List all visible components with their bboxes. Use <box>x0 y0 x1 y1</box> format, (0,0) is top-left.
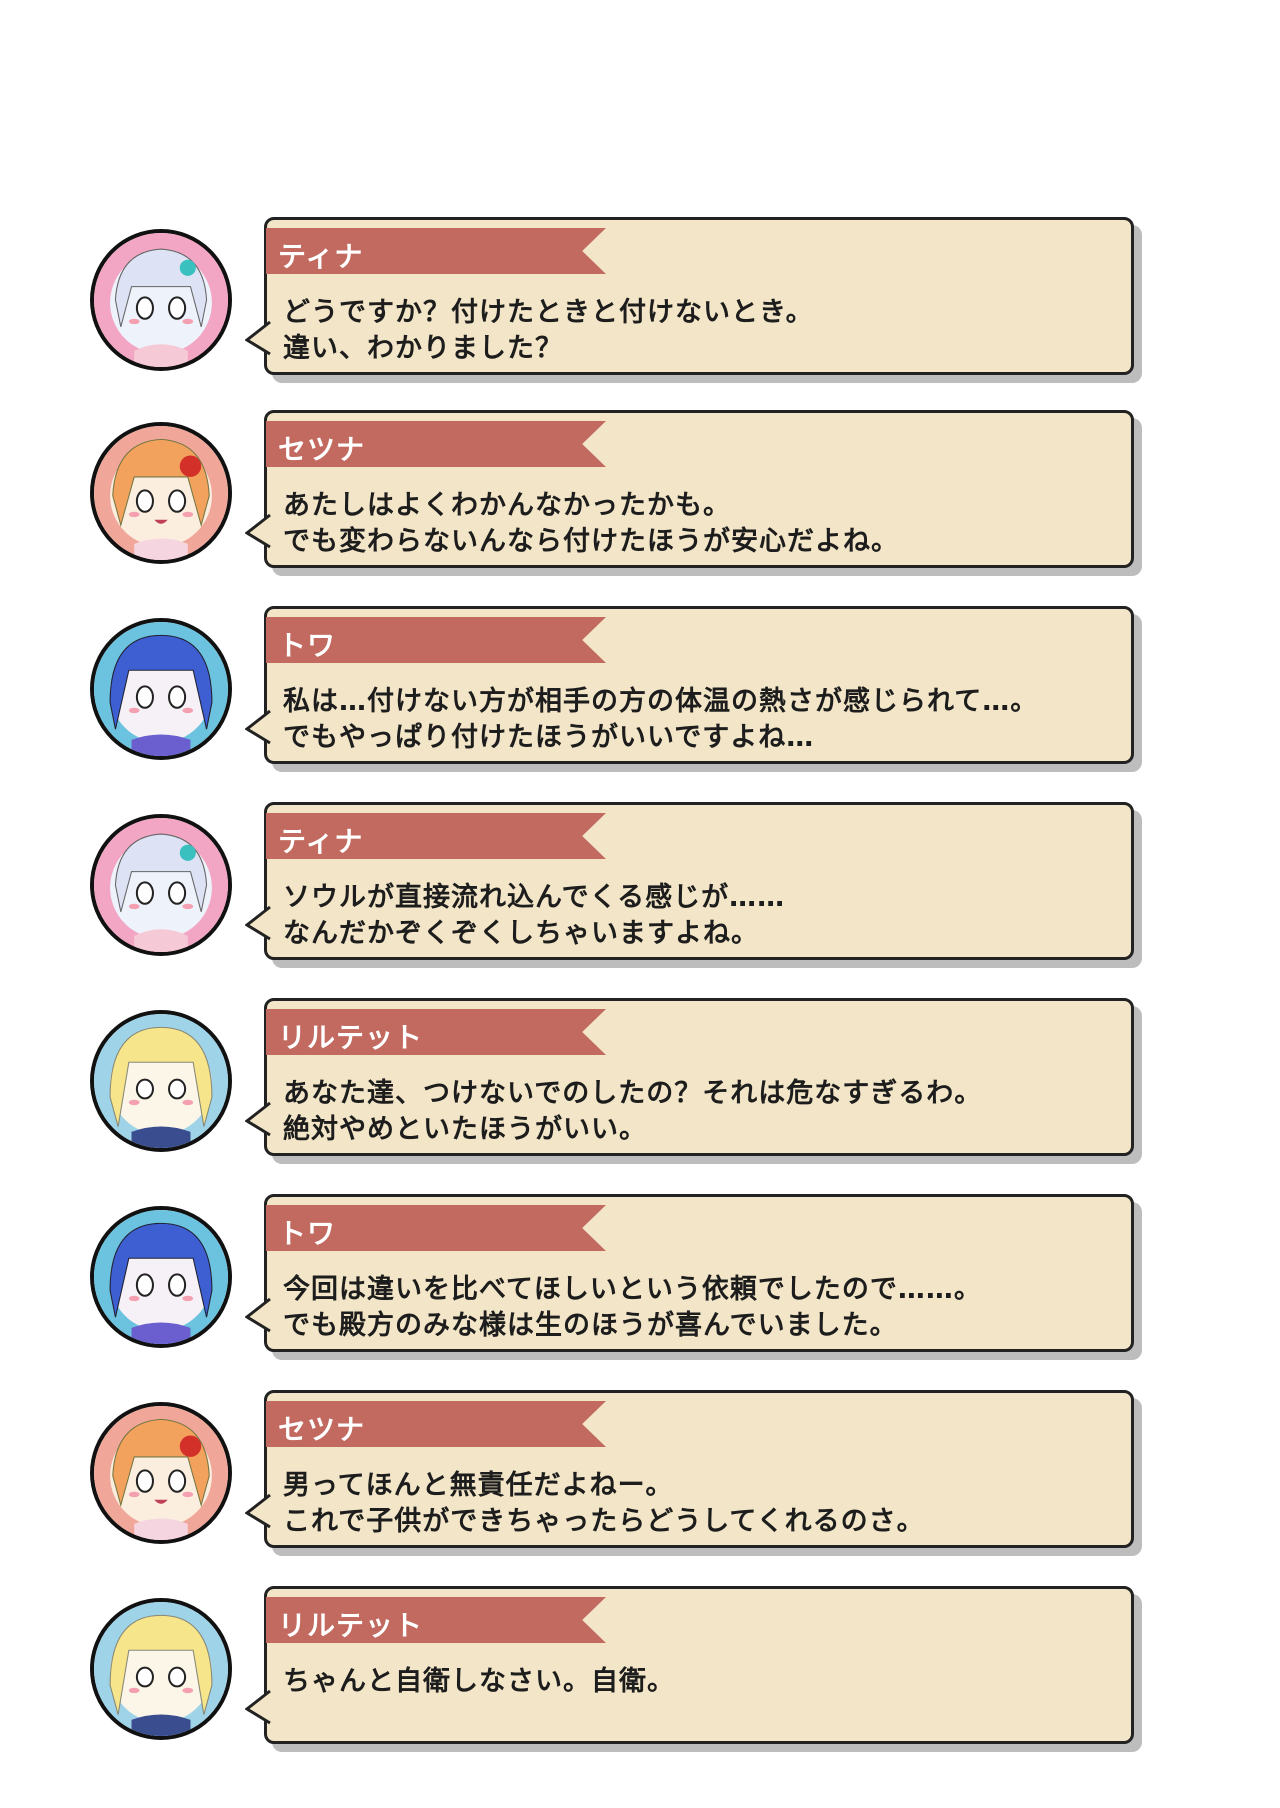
speaker-banner: リルテット <box>266 1009 606 1055</box>
speaker-name: セツナ <box>278 433 366 466</box>
speech-bubble: トワ 私は…付けない方が相手の方の体温の熱さが感じられて…。 でもやっぱり付けた… <box>245 604 1152 774</box>
riltet-portrait <box>90 1010 232 1152</box>
towa-portrait <box>90 618 232 760</box>
bubble-body: セツナ 男ってほんと無責任だよねー。 これで子供ができちゃったらどうしてくれるの… <box>245 1390 1134 1548</box>
dialogue-row: セツナ 男ってほんと無責任だよねー。 これで子供ができちゃったらどうしてくれるの… <box>0 1388 1280 1558</box>
speaker-name: リルテット <box>278 1609 424 1642</box>
bubble-tail <box>245 905 271 941</box>
speaker-name: リルテット <box>278 1021 424 1054</box>
dialogue-row: ティナ ソウルが直接流れ込んでくる感じが…… なんだかぞくぞくしちゃいますよね。 <box>0 800 1280 970</box>
bubble-body: ティナ どうですか？付けたときと付けないとき。 違い、わかりました？ <box>245 217 1134 375</box>
speaker-name: トワ <box>278 629 337 662</box>
dialogue-row: セツナ あたしはよくわかんなかったかも。 でも変わらないんなら付けたほうが安心だ… <box>0 408 1280 578</box>
dialogue-line: 絶対やめといたほうがいい。 <box>283 1114 647 1145</box>
speech-bubble: セツナ あたしはよくわかんなかったかも。 でも変わらないんなら付けたほうが安心だ… <box>245 408 1152 578</box>
speech-bubble: トワ 今回は違いを比べてほしいという依頼でしたので……。 でも殿方のみな様は生の… <box>245 1192 1152 1362</box>
bubble-body: ティナ ソウルが直接流れ込んでくる感じが…… なんだかぞくぞくしちゃいますよね。 <box>245 802 1134 960</box>
bubble-body: セツナ あたしはよくわかんなかったかも。 でも変わらないんなら付けたほうが安心だ… <box>245 410 1134 568</box>
speech-bubble: リルテット あなた達、つけないでのしたの？それは危なすぎるわ。 絶対やめといたほ… <box>245 996 1152 1166</box>
speaker-name: セツナ <box>278 1413 366 1446</box>
bubble-tail <box>245 320 271 356</box>
dialogue-line: 私は…付けない方が相手の方の体温の熱さが感じられて…。 <box>283 686 1039 717</box>
dialogue-line: ちゃんと自衛しなさい。自衛。 <box>283 1666 675 1697</box>
dialogue-line: どうですか？付けたときと付けないとき。 <box>283 297 814 328</box>
speech-bubble: セツナ 男ってほんと無責任だよねー。 これで子供ができちゃったらどうしてくれるの… <box>245 1388 1152 1558</box>
dialogue-line: 男ってほんと無責任だよねー。 <box>283 1470 674 1501</box>
dialogue-row: トワ 私は…付けない方が相手の方の体温の熱さが感じられて…。 でもやっぱり付けた… <box>0 604 1280 774</box>
dialogue-line: あなた達、つけないでのしたの？それは危なすぎるわ。 <box>283 1078 983 1109</box>
speaker-name: ティナ <box>278 825 364 858</box>
tina-portrait <box>90 229 232 371</box>
dialogue-line: 違い、わかりました？ <box>283 333 563 364</box>
speaker-name: トワ <box>278 1217 337 1250</box>
setsuna-portrait <box>90 422 232 564</box>
dialogue-line: 今回は違いを比べてほしいという依頼でしたので……。 <box>283 1274 982 1305</box>
speaker-banner: セツナ <box>266 421 606 467</box>
bubble-tail <box>245 513 271 549</box>
speech-bubble: リルテット ちゃんと自衛しなさい。自衛。 <box>245 1584 1152 1754</box>
speaker-banner: ティナ <box>266 228 606 274</box>
dialogue-line: でも殿方のみな様は生のほうが喜んでいました。 <box>283 1310 898 1341</box>
bubble-tail <box>245 1297 271 1333</box>
dialogue-row: トワ 今回は違いを比べてほしいという依頼でしたので……。 でも殿方のみな様は生の… <box>0 1192 1280 1362</box>
towa-portrait <box>90 1206 232 1348</box>
bubble-tail <box>245 709 271 745</box>
dialogue-row: リルテット ちゃんと自衛しなさい。自衛。 <box>0 1584 1280 1754</box>
bubble-tail <box>245 1689 271 1725</box>
dialogue-line: でもやっぱり付けたほうがいいですよね… <box>283 722 815 753</box>
dialogue-line: ソウルが直接流れ込んでくる感じが…… <box>283 882 786 913</box>
bubble-body: トワ 私は…付けない方が相手の方の体温の熱さが感じられて…。 でもやっぱり付けた… <box>245 606 1134 764</box>
speaker-banner: セツナ <box>266 1401 606 1447</box>
dialogue-row: ティナ どうですか？付けたときと付けないとき。 違い、わかりました？ <box>0 215 1280 385</box>
speaker-banner: トワ <box>266 1205 606 1251</box>
speaker-name: ティナ <box>278 240 364 273</box>
bubble-body: トワ 今回は違いを比べてほしいという依頼でしたので……。 でも殿方のみな様は生の… <box>245 1194 1134 1352</box>
speaker-banner: リルテット <box>266 1597 606 1643</box>
bubble-body: リルテット ちゃんと自衛しなさい。自衛。 <box>245 1586 1134 1744</box>
bubble-tail <box>245 1101 271 1137</box>
dialogue-line: これで子供ができちゃったらどうしてくれるのさ。 <box>283 1506 925 1537</box>
speech-bubble: ティナ どうですか？付けたときと付けないとき。 違い、わかりました？ <box>245 215 1152 385</box>
dialogue-line: でも変わらないんなら付けたほうが安心だよね。 <box>283 526 899 557</box>
riltet-portrait <box>90 1598 232 1740</box>
speaker-banner: ティナ <box>266 813 606 859</box>
dialogue-row: リルテット あなた達、つけないでのしたの？それは危なすぎるわ。 絶対やめといたほ… <box>0 996 1280 1166</box>
speaker-banner: トワ <box>266 617 606 663</box>
bubble-body: リルテット あなた達、つけないでのしたの？それは危なすぎるわ。 絶対やめといたほ… <box>245 998 1134 1156</box>
bubble-tail <box>245 1493 271 1529</box>
tina-portrait <box>90 814 232 956</box>
dialogue-line: なんだかぞくぞくしちゃいますよね。 <box>283 918 759 949</box>
dialogue-line: あたしはよくわかんなかったかも。 <box>283 490 731 521</box>
speech-bubble: ティナ ソウルが直接流れ込んでくる感じが…… なんだかぞくぞくしちゃいますよね。 <box>245 800 1152 970</box>
setsuna-portrait <box>90 1402 232 1544</box>
